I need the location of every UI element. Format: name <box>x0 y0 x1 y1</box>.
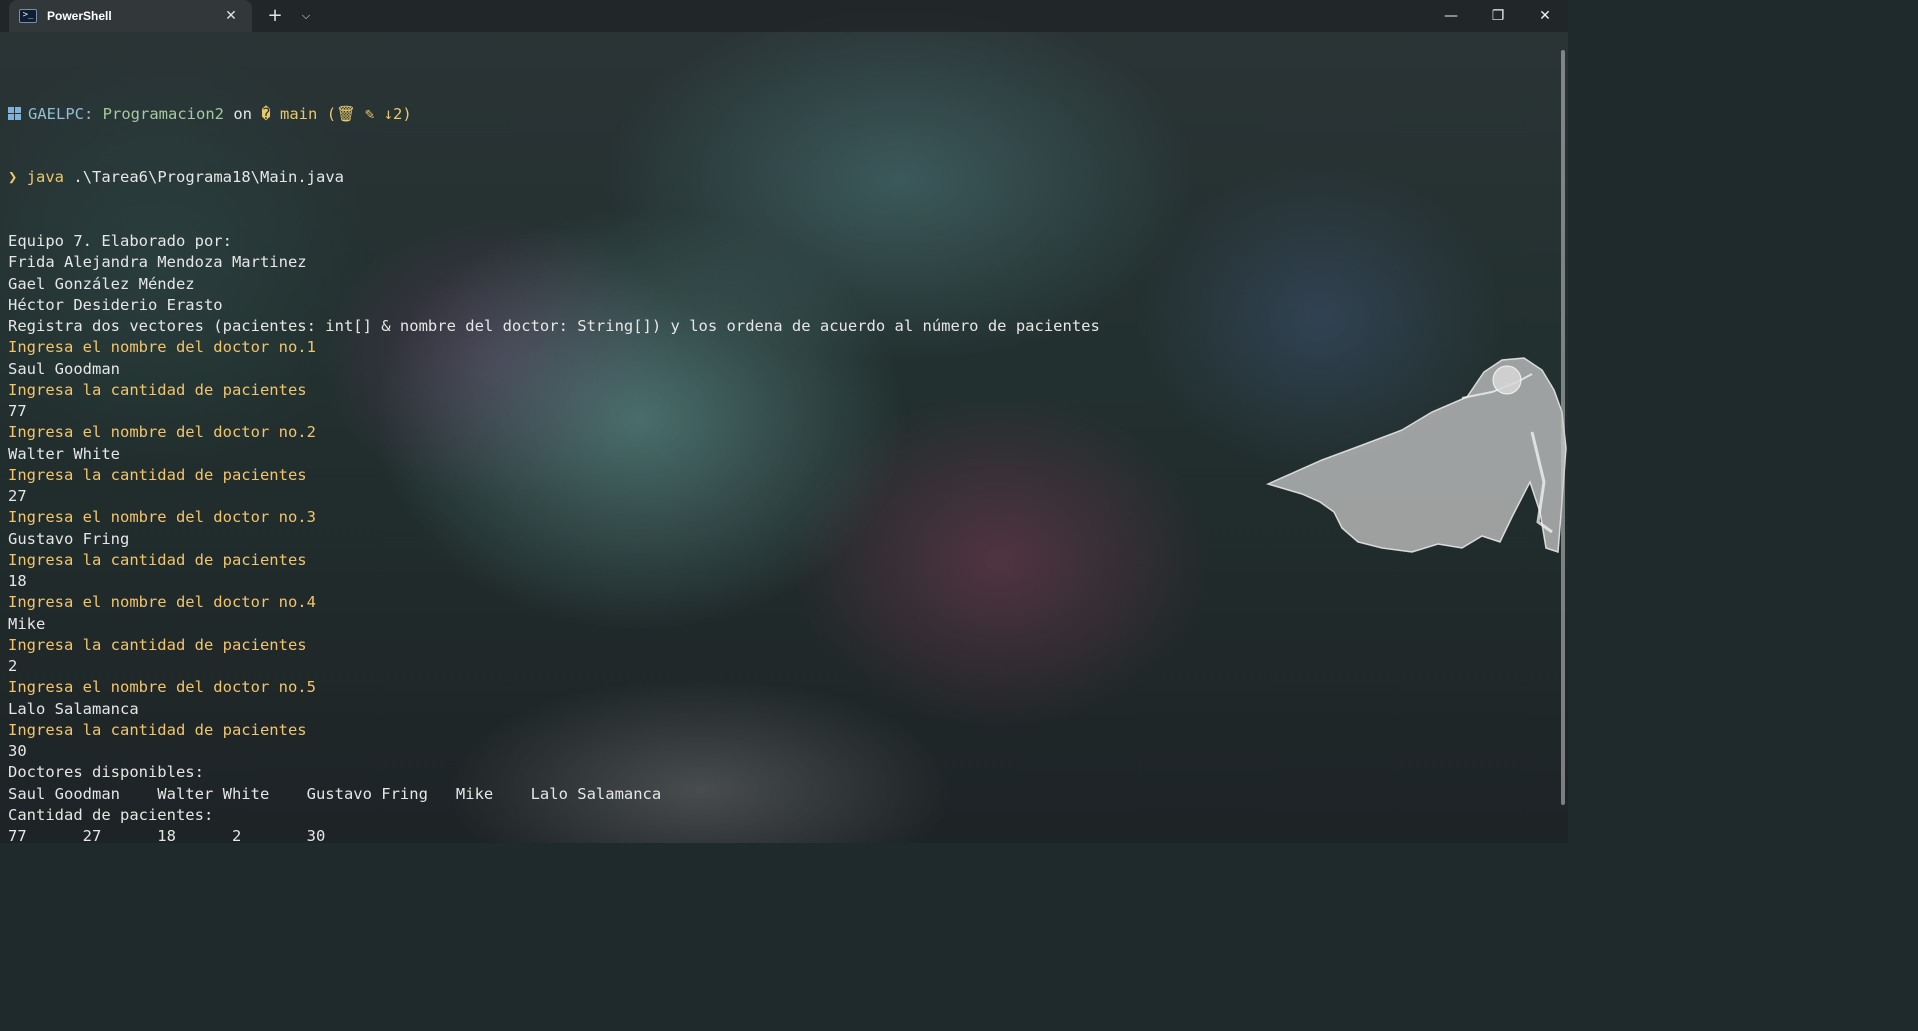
restore-button[interactable]: ❐ <box>1475 0 1521 32</box>
tab-powershell[interactable]: >_ PowerShell ✕ <box>9 0 252 32</box>
prompt-line: GAELPC: Programacion2 on � main (🗑 ✎ ↓2) <box>8 104 1558 125</box>
output-line: Héctor Desiderio Erasto <box>8 295 223 314</box>
command-line: ❯ java .\Tarea6\Programa18\Main.java <box>8 167 1558 188</box>
output-line: 27 <box>8 487 27 505</box>
output-line: Gael González Méndez <box>8 274 195 293</box>
scrollbar[interactable] <box>1561 50 1565 805</box>
minimize-button[interactable]: — <box>1428 0 1474 32</box>
command-program: java <box>26 168 65 187</box>
chevron-down-icon[interactable]: ⌵ <box>294 4 318 28</box>
close-tab-icon[interactable]: ✕ <box>222 7 240 25</box>
tab-title: PowerShell <box>47 9 112 23</box>
output-line-prompt: Ingresa el nombre del doctor no.1 <box>8 338 316 357</box>
new-tab-button[interactable]: + <box>262 4 288 28</box>
prompt-arrow-icon: ❯ <box>8 168 18 187</box>
title-bar: >_ PowerShell ✕ + ⌵ — ❐ ✕ <box>0 0 1568 32</box>
output-line-prompt: Ingresa la cantidad de pacientes <box>8 465 307 484</box>
output-line: 18 <box>8 572 27 590</box>
output-line-prompt: Ingresa la cantidad de pacientes <box>8 720 307 739</box>
output-line: Gustavo Fring <box>8 529 130 548</box>
close-window-button[interactable]: ✕ <box>1522 0 1568 32</box>
output-line-prompt: Ingresa el nombre del doctor no.5 <box>8 678 316 697</box>
git-branch: � main <box>261 104 318 123</box>
terminal-output[interactable]: GAELPC: Programacion2 on � main (🗑 ✎ ↓2)… <box>8 61 1558 843</box>
output-line: Frida Alejandra Mendoza Martinez <box>8 253 307 272</box>
output-line: Walter White <box>8 444 120 463</box>
output-line-prompt: Ingresa el nombre del doctor no.4 <box>8 593 316 612</box>
powershell-icon: >_ <box>19 9 37 23</box>
output-line: Mike <box>8 614 46 633</box>
output-line: Registra dos vectores (pacientes: int[] … <box>8 317 1100 335</box>
output-line-prompt: Ingresa la cantidad de pacientes <box>8 550 307 569</box>
output-line: Saul Goodman Walter White Gustavo Fring … <box>8 784 662 803</box>
windows-icon <box>8 106 21 120</box>
output-line: 77 <box>8 402 27 420</box>
output-line-prompt: Ingresa la cantidad de pacientes <box>8 635 307 654</box>
prompt-on: on <box>233 104 253 123</box>
program-output: Equipo 7. Elaborado por: Frida Alejandra … <box>8 231 1558 843</box>
output-line: 77 27 18 2 30 <box>8 827 326 843</box>
output-line: Lalo Salamanca <box>8 699 139 718</box>
git-status: (🗑 ✎ ↓2) <box>326 104 412 123</box>
prompt-host: GAELPC: <box>28 104 94 123</box>
output-line-prompt: Ingresa el nombre del doctor no.3 <box>8 508 316 527</box>
output-line: Equipo 7. Elaborado por: <box>8 232 232 250</box>
prompt-directory: Programacion2 <box>102 104 224 123</box>
command-args: .\Tarea6\Programa18\Main.java <box>73 168 344 187</box>
output-line: 30 <box>8 742 27 760</box>
output-line: Cantidad de pacientes: <box>8 805 214 824</box>
output-line: Saul Goodman <box>8 359 120 378</box>
output-line-prompt: Ingresa la cantidad de pacientes <box>8 380 307 399</box>
output-line-prompt: Ingresa el nombre del doctor no.2 <box>8 423 316 442</box>
output-line: 2 <box>8 657 18 675</box>
output-line: Doctores disponibles: <box>8 763 204 782</box>
